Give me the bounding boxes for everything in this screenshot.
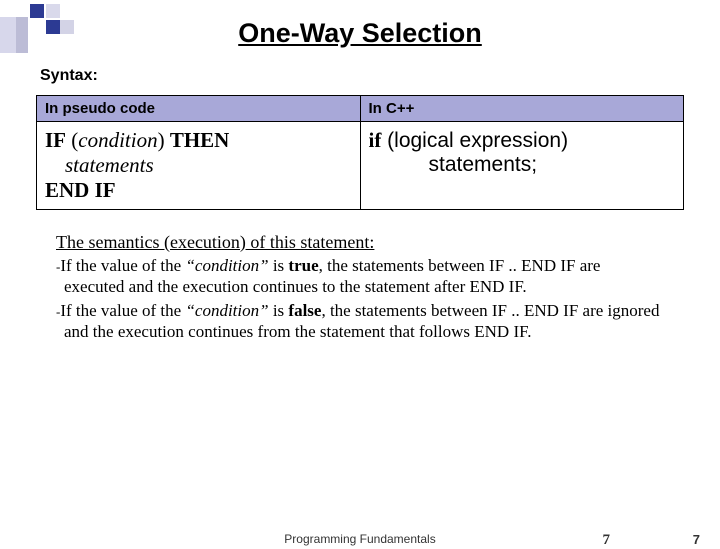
pseudo-statements: statements [45,153,352,178]
pseudo-if-keyword: IF [45,128,66,152]
semantics-para-true: -If the value of the “condition” is true… [56,255,664,298]
text-segment: is [269,301,289,320]
cpp-logical-expression: (logical expression) [381,129,568,152]
text-segment: is [269,256,289,275]
condition-term: “condition” [185,256,268,275]
pseudo-endif: END IF [45,178,352,203]
pseudo-then-keyword: THEN [170,128,230,152]
pseudo-paren-open: ( [66,128,78,152]
table-header-pseudo: In pseudo code [37,96,361,122]
slide-title: One-Way Selection [36,18,684,49]
text-segment: If the value of the [60,301,185,320]
pseudo-condition: condition [78,128,157,152]
cpp-code-cell: if (logical expression) statements; [360,122,684,210]
pseudo-code-cell: IF (condition) THEN statements END IF [37,122,361,210]
slide-corner-decoration [0,0,120,54]
true-keyword: true [288,256,318,275]
text-segment: If the value of the [60,256,185,275]
cpp-statements: statements; [369,153,676,177]
syntax-label: Syntax: [40,67,684,85]
semantics-para-false: -If the value of the “condition” is fals… [56,300,664,343]
semantics-body: -If the value of the “condition” is true… [56,255,664,342]
footer-center-text: Programming Fundamentals [0,532,720,546]
false-keyword: false [288,301,321,320]
cpp-if-keyword: if [369,128,382,152]
condition-term: “condition” [185,301,268,320]
semantics-heading: The semantics (execution) of this statem… [56,232,684,253]
pseudo-paren-close: ) [158,128,170,152]
footer-page-number-inner: 7 [603,532,611,549]
syntax-comparison-table: In pseudo code In C++ IF (condition) THE… [36,95,684,210]
table-header-cpp: In C++ [360,96,684,122]
